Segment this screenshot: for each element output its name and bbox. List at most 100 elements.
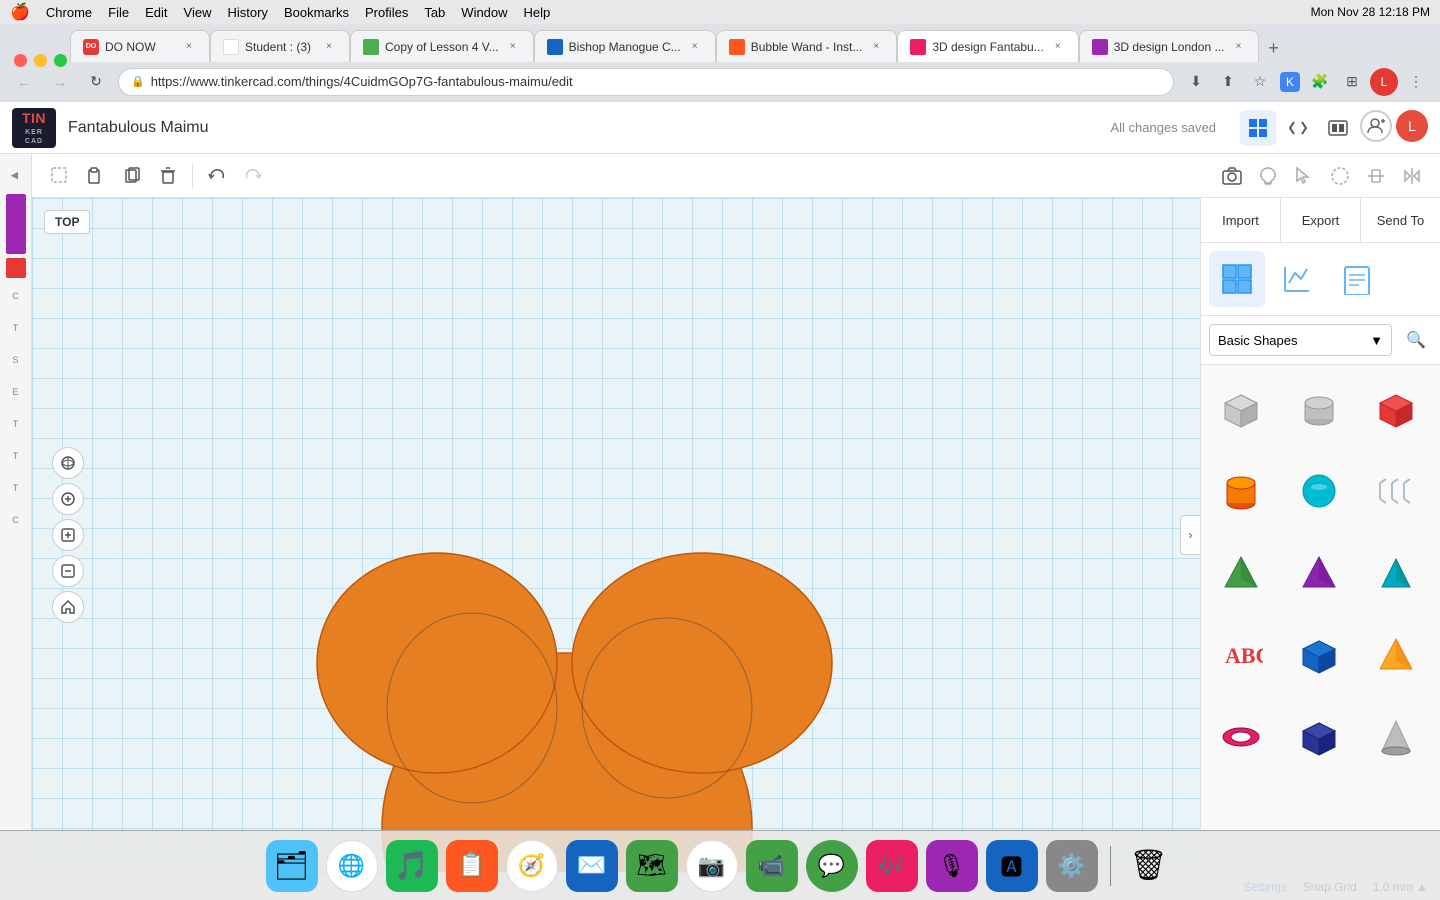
tab-bishop-close[interactable]: × — [687, 39, 703, 55]
shape-prism-teal[interactable] — [1360, 533, 1432, 613]
tab-donow-close[interactable]: × — [181, 39, 197, 55]
tab-bishop[interactable]: Bishop Manogue C... × — [534, 30, 716, 62]
tab-3d2-close[interactable]: × — [1230, 39, 1246, 55]
shape-cylinder-solid[interactable] — [1283, 369, 1355, 449]
tab-bubble-close[interactable]: × — [868, 39, 884, 55]
menu-history[interactable]: History — [227, 5, 267, 20]
sidebar-item-8[interactable]: T — [2, 410, 30, 438]
shapes-category-dropdown[interactable]: Basic Shapes ▼ — [1209, 324, 1392, 356]
paste-button[interactable] — [80, 160, 112, 192]
mirror-button[interactable] — [1396, 160, 1428, 192]
shape-torus-pink[interactable] — [1205, 697, 1277, 777]
menu-help[interactable]: Help — [524, 5, 551, 20]
shape-pyramid-purple[interactable] — [1283, 533, 1355, 613]
dock-reminders[interactable]: 📋 — [446, 840, 498, 892]
duplicate-button[interactable] — [116, 160, 148, 192]
tab-student[interactable]: Student : (3) × — [210, 30, 350, 62]
minimize-window-button[interactable] — [34, 54, 47, 67]
sidebar-item-5[interactable]: T — [2, 314, 30, 342]
send-to-button[interactable]: Send To — [1361, 198, 1440, 242]
align-button[interactable] — [1360, 160, 1392, 192]
shape-cylinder-orange[interactable] — [1205, 451, 1277, 531]
mickey-shape[interactable] — [272, 468, 872, 872]
shapes-search-button[interactable]: 🔍 — [1400, 324, 1432, 356]
dock-finder[interactable]: 🗂 — [266, 840, 318, 892]
dock-facetime[interactable]: 📹 — [746, 840, 798, 892]
export-button[interactable]: Export — [1281, 198, 1361, 242]
apple-menu[interactable]: 🍎 — [10, 2, 30, 22]
dock-safari[interactable]: 🧭 — [506, 840, 558, 892]
dock-mail[interactable]: ✉️ — [566, 840, 618, 892]
user-avatar[interactable]: L — [1396, 110, 1428, 142]
add-user-button[interactable] — [1360, 110, 1392, 142]
tab-3d1-close[interactable]: × — [1050, 39, 1066, 55]
shape-box-dark[interactable] — [1283, 615, 1355, 695]
menu-bookmarks[interactable]: Bookmarks — [284, 5, 349, 20]
home-view-button[interactable] — [52, 591, 84, 623]
pan-button[interactable] — [52, 483, 84, 515]
tab-donow[interactable]: DO DO NOW × — [70, 30, 210, 62]
tab-bubble[interactable]: Bubble Wand - Inst... × — [716, 30, 898, 62]
camera-button[interactable] — [1216, 160, 1248, 192]
menu-view[interactable]: View — [184, 5, 212, 20]
reload-button[interactable]: ↻ — [82, 68, 110, 96]
dock-podcasts[interactable]: 🎙 — [926, 840, 978, 892]
shape-cone-gray[interactable] — [1360, 697, 1432, 777]
dock-photos[interactable]: 📷 — [686, 840, 738, 892]
fullscreen-window-button[interactable] — [54, 54, 67, 67]
profile-button[interactable]: L — [1370, 68, 1398, 96]
zoom-in-button[interactable] — [52, 519, 84, 551]
measure-panel-button[interactable] — [1269, 251, 1325, 307]
zoom-out-button[interactable] — [52, 555, 84, 587]
sidebar-item-6[interactable]: S — [2, 346, 30, 374]
shapes-panel-button[interactable] — [1209, 251, 1265, 307]
undo-button[interactable] — [201, 160, 233, 192]
select-button[interactable] — [1288, 160, 1320, 192]
grid-button[interactable]: ⊞ — [1338, 68, 1366, 96]
orbit-button[interactable] — [52, 447, 84, 479]
dock-music[interactable]: 🎶 — [866, 840, 918, 892]
sidebar-item-3[interactable] — [6, 258, 26, 278]
tab-student-close[interactable]: × — [321, 39, 337, 55]
tab-lesson-close[interactable]: × — [505, 39, 521, 55]
sidebar-item-7[interactable]: E — [2, 378, 30, 406]
copy-outside-button[interactable] — [44, 160, 76, 192]
sidebar-item-9[interactable]: T — [2, 442, 30, 470]
sidebar-item-1[interactable]: ◀ — [2, 162, 30, 190]
notes-panel-button[interactable] — [1329, 251, 1385, 307]
share-button[interactable]: ⬆ — [1214, 68, 1242, 96]
dock-settings[interactable]: ⚙️ — [1046, 840, 1098, 892]
code-view-button[interactable] — [1280, 110, 1316, 146]
puzzle-button[interactable]: 🧩 — [1306, 68, 1334, 96]
dock-chrome[interactable]: 🌐 — [326, 840, 378, 892]
dock-trash[interactable]: 🗑 — [1123, 840, 1175, 892]
menu-profiles[interactable]: Profiles — [365, 5, 408, 20]
redo-button[interactable] — [237, 160, 269, 192]
more-button[interactable]: ⋮ — [1402, 68, 1430, 96]
menu-window[interactable]: Window — [461, 5, 507, 20]
dock-maps[interactable]: 🗺 — [626, 840, 678, 892]
shape-text-3d[interactable]: ABC — [1205, 615, 1277, 695]
circle-select-button[interactable] — [1324, 160, 1356, 192]
extensions-button[interactable]: K — [1280, 72, 1300, 92]
shape-text-squiggle[interactable] — [1360, 451, 1432, 531]
bookmark-button[interactable]: ☆ — [1246, 68, 1274, 96]
menu-tab[interactable]: Tab — [424, 5, 445, 20]
grid-view-button[interactable] — [1240, 110, 1276, 146]
shape-box-red[interactable] — [1360, 369, 1432, 449]
tab-lesson[interactable]: Copy of Lesson 4 V... × — [350, 30, 534, 62]
canvas[interactable]: TOP — [32, 198, 1200, 872]
sidebar-item-2[interactable] — [6, 194, 26, 254]
bulb-button[interactable] — [1252, 160, 1284, 192]
simulation-button[interactable] — [1320, 110, 1356, 146]
shape-box-solid[interactable] — [1205, 369, 1277, 449]
shape-sphere-teal[interactable] — [1283, 451, 1355, 531]
tab-3d1[interactable]: 3D design Fantabu... × — [897, 30, 1078, 62]
tinkercad-logo[interactable]: TIN KER CAD — [12, 108, 56, 148]
sidebar-item-4[interactable]: C — [2, 282, 30, 310]
shape-box-navy[interactable] — [1283, 697, 1355, 777]
panel-toggle[interactable]: › — [1180, 515, 1200, 555]
dock-messages[interactable]: 💬 — [806, 840, 858, 892]
url-bar[interactable]: 🔒 https://www.tinkercad.com/things/4Cuid… — [118, 68, 1174, 96]
delete-button[interactable] — [152, 160, 184, 192]
